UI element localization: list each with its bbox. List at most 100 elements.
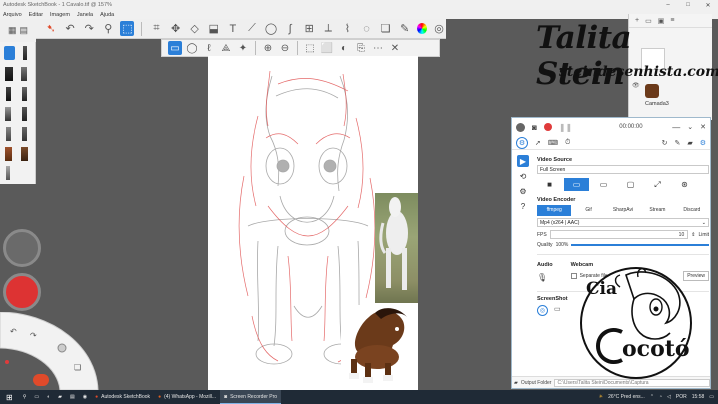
menu-imagem[interactable]: Imagem [50, 12, 70, 18]
tab-discard[interactable]: Discard [675, 205, 709, 216]
lagoon-color-icon[interactable] [57, 343, 67, 353]
weather-icon[interactable]: ☀ [599, 394, 603, 400]
tab-stream[interactable]: Stream [640, 205, 674, 216]
feather-icon[interactable]: ⋯ [371, 41, 385, 55]
explorer-icon[interactable]: ▰ [54, 390, 66, 404]
mouse-icon[interactable] [516, 122, 525, 132]
lagoon-layers-icon[interactable]: ❏ [74, 363, 81, 372]
keystrokes-tab-icon[interactable]: ⌨ [548, 139, 558, 147]
perspective-icon[interactable]: ⊞ [302, 21, 316, 36]
fps-input[interactable]: 10 [549, 230, 689, 239]
subtract-select-icon[interactable]: ⊖ [278, 41, 292, 55]
brush-size-puck[interactable] [3, 229, 41, 267]
taskbar-item-sketchbook[interactable]: ● Autodesk SketchBook [91, 390, 154, 404]
search-icon[interactable]: ⚲ [19, 390, 31, 404]
collapse-icon[interactable]: ⌄ [687, 123, 693, 131]
webcam-source-icon[interactable]: ⊛ [672, 178, 697, 191]
selection-tool-icon[interactable]: ⬚ [120, 21, 135, 36]
fullscreen-source-icon[interactable]: ⤢ [645, 178, 670, 191]
current-brush-icon[interactable] [33, 374, 49, 386]
tray-chevron-icon[interactable]: ⌃ [650, 394, 654, 400]
zoom-icon[interactable]: ⚲ [101, 21, 115, 36]
chrome-icon[interactable]: ◉ [79, 390, 91, 404]
minimize-icon[interactable]: – [658, 2, 678, 9]
lagoon-redo-icon[interactable]: ↷ [30, 331, 37, 340]
crop-icon[interactable]: ⌗ [149, 21, 163, 36]
pause-icon[interactable]: ❚❚ [559, 123, 572, 132]
rect-select-icon[interactable]: ▭ [168, 41, 182, 55]
screenshot-mode-icon[interactable]: ◎ [537, 305, 548, 316]
puck-icon[interactable]: ◎ [432, 21, 446, 36]
copy-select-icon[interactable]: ⎘ [354, 41, 368, 55]
window-source-icon[interactable]: ▭ [591, 178, 616, 191]
color-puck[interactable] [3, 273, 41, 311]
bristle-brush-icon[interactable] [21, 147, 28, 161]
brush-icon[interactable]: ✎ [398, 21, 412, 36]
menu-arquivo[interactable]: Arquivo [3, 12, 22, 18]
select-all-icon[interactable]: ⬚ [303, 41, 317, 55]
menu-ajuda[interactable]: Ajuda [100, 12, 114, 18]
predictive-stroke-icon[interactable]: ⌇ [340, 21, 354, 36]
video-nav-icon[interactable]: ▶ [517, 155, 529, 167]
region-source-icon[interactable]: ▢ [618, 178, 643, 191]
french-curve-icon[interactable]: ∫ [283, 21, 297, 36]
airbrush-icon[interactable] [21, 67, 27, 81]
gear-icon[interactable]: ⚙ [700, 139, 706, 147]
network-icon[interactable]: ◔ [659, 394, 662, 400]
maximize-icon[interactable]: □ [678, 2, 698, 9]
tab-ffmpeg[interactable]: ffmpeg [537, 205, 572, 216]
camera-icon[interactable]: ◙ [532, 123, 537, 132]
pencil-icon[interactable]: ✎ [674, 139, 680, 147]
blur-brush-icon[interactable] [22, 127, 27, 141]
distort-icon[interactable]: ◇ [188, 21, 202, 36]
marker-brush-icon[interactable] [5, 67, 13, 81]
brush-library-icon[interactable]: ▤ [20, 25, 29, 36]
brush-preview-icon[interactable]: ➷ [44, 21, 58, 36]
undo-icon[interactable]: ↶ [63, 21, 77, 36]
taskbar-item-whatsapp[interactable]: ● (4) WhatsApp - Mozill... [154, 390, 220, 404]
camera-source-icon[interactable]: ■ [537, 178, 562, 191]
fill-icon[interactable]: ⬓ [207, 21, 221, 36]
store-icon[interactable]: ▤ [66, 390, 79, 404]
layers-icon[interactable]: ❏ [379, 21, 393, 36]
microphone-icon[interactable]: 🎙︎ [537, 273, 553, 282]
folder-icon[interactable]: ▰ [687, 139, 692, 147]
grid-icon[interactable]: ▦ [8, 25, 17, 36]
paint-brush-icon[interactable] [5, 107, 11, 121]
deselect-icon[interactable]: ⬜ [320, 41, 334, 55]
lasso-icon[interactable]: ℓ [202, 41, 216, 55]
magic-wand-icon[interactable]: ✦ [236, 41, 250, 55]
refresh-icon[interactable]: ↻ [662, 139, 668, 147]
settings-nav-icon[interactable]: ⚙ [517, 185, 529, 197]
clipboard-icon[interactable]: ▭ [554, 305, 561, 316]
texture-brush-icon[interactable] [5, 147, 12, 161]
text-icon[interactable]: T [226, 21, 240, 36]
ballpoint-brush-icon[interactable] [22, 87, 27, 101]
copic-icon[interactable]: ◌ [359, 21, 373, 36]
symmetry-icon[interactable]: ⟂ [321, 21, 335, 36]
history-nav-icon[interactable]: ⟲ [517, 170, 529, 182]
color-wheel-icon[interactable] [416, 23, 428, 34]
volume-icon[interactable]: ◁ [667, 394, 671, 400]
fine-brush-icon[interactable] [6, 166, 10, 180]
taskbar-item-recorder[interactable]: ◙ Screen Recorder Pro [220, 390, 282, 404]
menu-editar[interactable]: Editar [29, 12, 43, 18]
source-field[interactable]: Full Screen [537, 165, 709, 174]
inker-brush-icon[interactable] [6, 87, 11, 101]
edge-icon[interactable]: ◐ [43, 390, 54, 404]
lagoon-undo-icon[interactable]: ↶ [10, 327, 17, 336]
invert-select-icon[interactable]: ◐ [337, 41, 351, 55]
quality-slider[interactable] [571, 244, 709, 246]
smudge-brush-icon[interactable] [22, 107, 27, 121]
folder-icon[interactable]: ▰ [514, 380, 518, 386]
fps-spin-icon[interactable]: ⇕ [691, 232, 695, 238]
record-button[interactable] [543, 123, 552, 131]
screen-source-icon[interactable]: ▭ [564, 178, 589, 191]
codec-select[interactable]: Mp4 (x264 | AAC) ⌄ [537, 218, 709, 227]
tab-sharpavi[interactable]: SharpAvi [606, 205, 640, 216]
transform-icon[interactable]: ✥ [169, 21, 183, 36]
notification-icon[interactable]: ▭ [709, 394, 714, 400]
add-select-icon[interactable]: ⊕ [261, 41, 275, 55]
oval-select-icon[interactable]: ◯ [185, 41, 199, 55]
clock[interactable]: 15:58 [692, 394, 705, 400]
